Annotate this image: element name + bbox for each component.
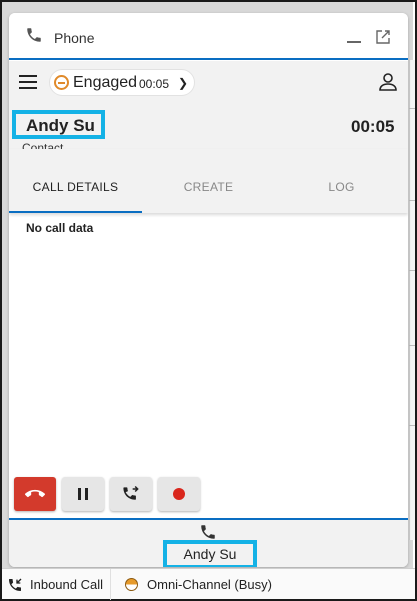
empty-state-text: No call data: [26, 221, 94, 235]
menu-icon[interactable]: [19, 75, 39, 91]
active-call-name: Andy Su: [183, 546, 237, 562]
tab-bar: CALL DETAILS CREATE LOG: [9, 149, 408, 213]
contact-name: Andy Su: [26, 116, 95, 135]
hang-up-icon: [25, 489, 45, 498]
tab-log[interactable]: LOG: [275, 149, 408, 213]
phone-icon: [201, 525, 215, 539]
end-call-button[interactable]: [14, 477, 56, 511]
utility-item-inbound-call[interactable]: Inbound Call: [4, 569, 109, 600]
tab-create[interactable]: CREATE: [142, 149, 275, 213]
tab-call-details[interactable]: CALL DETAILS: [9, 149, 142, 213]
record-button[interactable]: [158, 477, 200, 511]
phone-panel: Phone Engaged 00:05 ❯ Andy Su 00:05 Cont…: [9, 13, 408, 567]
status-dropdown[interactable]: Engaged 00:05 ❯: [49, 69, 195, 96]
utility-item-omni-channel[interactable]: Omni-Channel (Busy): [115, 569, 295, 600]
pause-icon: [78, 488, 88, 500]
hold-button[interactable]: [62, 477, 104, 511]
utility-bar: Inbound Call Omni-Channel (Busy): [2, 568, 415, 600]
panel-header: Phone: [9, 13, 408, 60]
background-divider: [409, 425, 415, 426]
status-timer: 00:05: [139, 77, 170, 91]
active-call-bar: Andy Su: [9, 520, 408, 567]
contact-name-highlight[interactable]: Andy Su: [12, 110, 105, 139]
app-title: Phone: [54, 30, 95, 46]
record-icon: [173, 488, 185, 500]
user-icon[interactable]: [378, 72, 398, 92]
background-divider: [409, 108, 415, 109]
inbound-call-icon: [9, 578, 22, 591]
status-header: Engaged 00:05 ❯: [9, 61, 408, 104]
call-timer: 00:05: [351, 117, 395, 136]
utility-label-inbound-call: Inbound Call: [30, 577, 103, 592]
minimize-icon[interactable]: [347, 41, 361, 43]
background-divider: [409, 270, 415, 271]
utility-label-omni-channel: Omni-Channel (Busy): [147, 577, 272, 592]
chevron-down-icon: ❯: [178, 76, 189, 90]
busy-status-icon: [54, 75, 69, 90]
active-call-name-highlight[interactable]: Andy Su: [163, 540, 257, 567]
background-divider: [409, 345, 415, 346]
omni-status-icon: [125, 578, 138, 591]
phone-icon: [27, 28, 41, 42]
contact-header: Andy Su 00:05 Contact: [9, 104, 408, 155]
utility-separator: [110, 569, 111, 600]
transfer-button[interactable]: [110, 477, 152, 511]
background-divider: [409, 200, 415, 201]
popout-icon[interactable]: [375, 29, 391, 45]
background-page-strip: [409, 60, 415, 540]
transfer-call-icon: [123, 485, 139, 500]
status-label: Engaged: [73, 74, 138, 91]
